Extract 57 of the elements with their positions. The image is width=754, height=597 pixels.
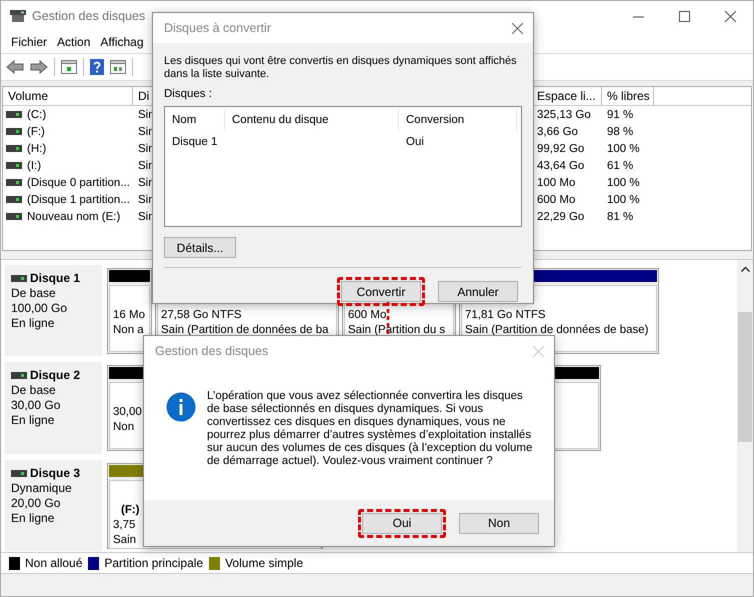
table-cell: (I:) [27, 160, 42, 172]
disk-name: Disque 2 [30, 368, 80, 384]
partition-text: 16 Mo [113, 308, 145, 323]
partition-text: Sain (Partition de données de ba [161, 323, 329, 338]
table-cell: (Disque 1 partition... [27, 194, 130, 206]
disk-status: En ligne [11, 510, 56, 526]
legend-label: Non alloué [25, 556, 82, 570]
disk-name: Disque 1 [30, 271, 80, 286]
table-cell: 325,13 Go [537, 108, 591, 120]
table-cell: 61 % [607, 160, 634, 172]
disk-size: 30,00 Go [11, 398, 62, 414]
table-cell: 99,92 Go [537, 142, 584, 154]
table-cell: 100 % [607, 194, 640, 206]
legend-label: Partition principale [104, 556, 204, 570]
disk-status: En ligne [11, 316, 56, 331]
partition-text: 71,81 Go NTFS [465, 308, 546, 323]
table-cell: 81 % [607, 210, 634, 222]
table-cell: 91 % [607, 108, 634, 120]
disk-name: Disque 3 [30, 466, 80, 481]
table-cell: 3,66 Go [537, 126, 578, 138]
dialog-title: Disques à convertir [164, 21, 271, 35]
table-cell: (H:) [27, 142, 46, 154]
table-cell: 100 % [607, 142, 640, 154]
partition-label: (F:) [120, 502, 140, 518]
disk-size: 20,00 Go [11, 496, 62, 511]
table-cell: 100 % [607, 176, 640, 188]
partition-text: Non [113, 420, 134, 436]
table-cell: Oui [406, 136, 424, 148]
table-cell: Disque 1 [172, 136, 218, 148]
list-label: Disques : [164, 88, 213, 100]
partition-text: Sain [113, 532, 136, 548]
disk-status: En ligne [11, 413, 56, 428]
partition-text: Sain (Partition du s [348, 323, 446, 338]
disk-type: De base [11, 286, 57, 301]
partition-text: 27,58 Go NTFS [161, 308, 242, 323]
disk-type: De base [11, 383, 57, 398]
table-cell: 22,29 Go [537, 210, 584, 222]
legend-label: Volume simple [225, 556, 304, 570]
table-cell: (Disque 0 partition... [27, 176, 130, 188]
dialog-message: Les disques qui vont être convertis en disques dynamiques sont affichés dans la liste suivante. [164, 55, 518, 81]
partition-text: 3,75 [113, 518, 136, 533]
partition-text: 600 Mo [348, 308, 386, 323]
disk-type: Dynamique [11, 480, 73, 496]
partition-text: 30,00 [113, 405, 142, 420]
partition-text: Non a [113, 323, 144, 338]
table-cell: (F:) [27, 126, 45, 138]
table-cell: (C:) [27, 108, 46, 120]
dialog-message: L’opération que vous avez sélectionnée convertira les disques de base sélectionnés en disques dynamiques. Si vous convertissez ces disques en disques dynamiques, vous ne pourrez plus démarrer d’autres systèmes d’exploitation installés sur aucun des volumes de ces disques (à l’exception du volume de démarrage actuel). Voulez-vous vraiment continuer ? [207, 390, 534, 469]
dialog-title: Gestion des disques [155, 344, 268, 358]
window-title: Gestion des disques [32, 9, 146, 23]
table-cell: 43,64 Go [537, 160, 584, 172]
table-cell: 600 Mo [537, 194, 576, 206]
table-cell: 100 Mo [537, 176, 576, 188]
table-cell: 98 % [607, 126, 634, 138]
table-cell: Nouveau nom (E:) [27, 210, 120, 222]
disk-size: 100,00 Go [11, 301, 68, 316]
partition-text: Sain (Partition de données de base) [465, 323, 648, 338]
